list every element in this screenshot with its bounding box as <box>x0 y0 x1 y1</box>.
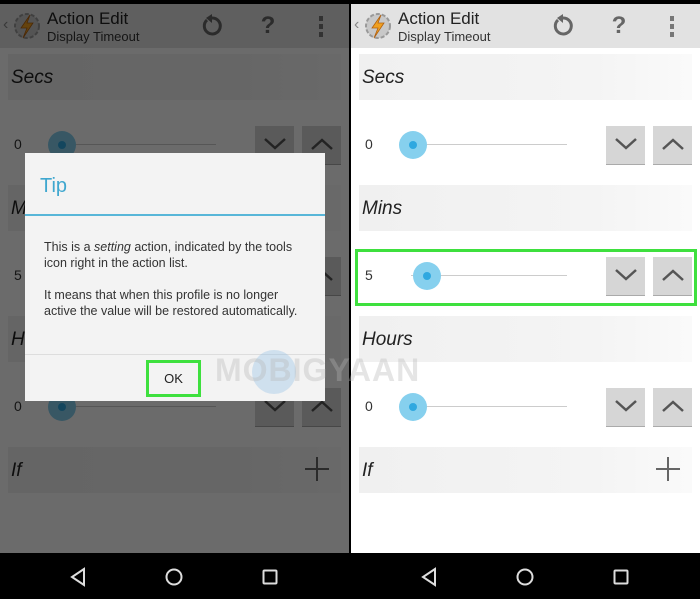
section-if: If <box>359 447 692 493</box>
nav-back-icon[interactable] <box>67 566 89 588</box>
ok-button[interactable]: OK <box>146 360 201 397</box>
section-label: If <box>362 460 373 481</box>
secs-decrement-button[interactable] <box>606 126 645 165</box>
mins-decrement-button[interactable] <box>606 257 645 296</box>
tasker-app-icon <box>365 13 391 39</box>
add-condition-icon[interactable] <box>654 455 682 483</box>
undo-icon[interactable] <box>551 14 575 38</box>
hours-increment-button[interactable] <box>653 388 692 427</box>
page-title: Action Edit <box>398 9 480 28</box>
hours-decrement-button[interactable] <box>606 388 645 427</box>
secs-increment-button[interactable] <box>653 126 692 165</box>
right-screen: ‹ Action Edit Display Timeout ? Secs 0 M… <box>351 0 700 599</box>
nav-back-icon[interactable] <box>418 566 440 588</box>
nav-bar <box>351 553 700 599</box>
section-mins: Mins <box>359 185 692 231</box>
dialog-title: Tip <box>40 175 68 197</box>
nav-bar <box>0 553 349 599</box>
overflow-menu-icon[interactable] <box>666 14 678 38</box>
mins-slider-thumb[interactable] <box>413 262 441 290</box>
left-screen: ‹ Action Edit Display Timeout ? Secs 0 M… <box>0 0 349 599</box>
hours-slider-track[interactable] <box>411 406 567 407</box>
section-label: Mins <box>362 198 403 219</box>
section-label: Hours <box>362 329 413 350</box>
mins-increment-button[interactable] <box>653 257 692 296</box>
nav-recents-icon[interactable] <box>259 566 281 588</box>
help-icon[interactable]: ? <box>607 14 631 38</box>
section-label: Secs <box>362 67 405 88</box>
mins-row: 5 <box>351 253 700 299</box>
mins-value: 5 <box>365 267 373 283</box>
nav-home-icon[interactable] <box>514 566 536 588</box>
secs-slider-thumb[interactable] <box>399 131 427 159</box>
watermark-text: MOBIGYAAN <box>215 352 421 388</box>
nav-recents-icon[interactable] <box>610 566 632 588</box>
dialog-title-divider <box>25 214 325 216</box>
hours-value: 0 <box>365 398 373 414</box>
hours-slider-thumb[interactable] <box>399 393 427 421</box>
page-subtitle: Display Timeout <box>398 29 491 44</box>
dialog-message: This is a setting action, indicated by t… <box>44 240 298 318</box>
back-chevron-icon[interactable]: ‹ <box>354 16 359 34</box>
hours-row: 0 <box>351 384 700 430</box>
secs-slider-track[interactable] <box>411 144 567 145</box>
secs-value: 0 <box>365 136 373 152</box>
secs-row: 0 <box>351 122 700 168</box>
section-secs: Secs <box>359 54 692 100</box>
nav-home-icon[interactable] <box>163 566 185 588</box>
action-bar: ‹ Action Edit Display Timeout ? <box>351 4 700 48</box>
